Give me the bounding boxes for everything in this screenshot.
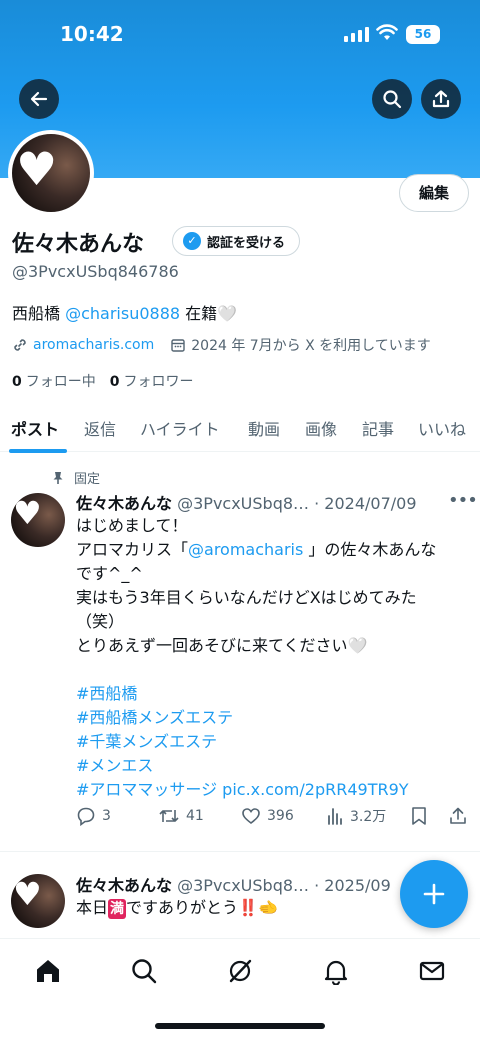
post-text-end: ですありがとう‼️🫲 xyxy=(126,898,278,917)
hashtag-link[interactable]: #西船橋メンズエステ xyxy=(76,706,468,730)
reply-icon xyxy=(77,807,95,826)
hashtag-link[interactable]: #アロママッサージ xyxy=(76,780,217,799)
post-avatar[interactable]: ♥ xyxy=(11,874,65,928)
pin-icon xyxy=(53,471,63,484)
hashtag-link[interactable]: #西船橋 xyxy=(76,682,468,706)
post-line: はじめまして！ xyxy=(76,516,188,535)
post-line: です^_^ xyxy=(76,564,143,583)
plus-icon xyxy=(423,883,445,905)
mail-icon xyxy=(419,961,445,981)
views-button[interactable]: 3.2万 xyxy=(326,806,386,826)
more-options-icon[interactable]: ••• xyxy=(448,490,478,511)
post-line: 実はもう3年目くらいなんだけどXはじめてみた xyxy=(76,588,417,607)
post-actions: 3 41 396 3.2万 xyxy=(76,806,468,828)
post-line: とりあえず一回あそびに来てください🤍 xyxy=(76,636,368,655)
home-icon xyxy=(37,960,59,982)
post-handle-date: @3PvcxUSbq8… · 2025/09 xyxy=(177,876,391,895)
heart-icon xyxy=(242,808,260,825)
reply-count: 3 xyxy=(102,808,111,824)
post-header: 佐々木あんな @3PvcxUSbq8… · 2024/07/09 xyxy=(76,490,417,514)
hashtag-link[interactable]: #メンエス xyxy=(76,754,468,778)
search-icon xyxy=(132,959,157,984)
post-handle-date: @3PvcxUSbq8… · 2024/07/09 xyxy=(177,494,417,513)
post-author[interactable]: 佐々木あんな xyxy=(76,876,172,895)
pinned-label: 固定 xyxy=(74,472,101,487)
repost-count: 41 xyxy=(186,808,204,824)
post-header: 佐々木あんな @3PvcxUSbq8… · 2025/09 xyxy=(76,872,391,896)
reply-button[interactable]: 3 xyxy=(76,806,111,826)
bookmark-icon[interactable] xyxy=(410,806,428,826)
heart-sticker-icon: ♥ xyxy=(13,494,42,532)
pinned-post[interactable]: 固定 ♥ 佐々木あんな @3PvcxUSbq8… · 2024/07/09 ••… xyxy=(0,0,480,850)
views-count: 3.2万 xyxy=(350,809,387,825)
heart-sticker-icon: ♥ xyxy=(13,875,42,913)
views-icon xyxy=(328,808,342,825)
pinned-indicator: 固定 xyxy=(52,468,100,487)
like-button[interactable]: 396 xyxy=(241,806,294,826)
grok-icon xyxy=(229,959,252,983)
share-icon[interactable] xyxy=(448,806,468,826)
compose-post-button[interactable] xyxy=(400,860,468,928)
bell-icon xyxy=(324,960,348,985)
nav-grok[interactable] xyxy=(224,955,256,987)
pic-link[interactable]: pic.x.com/2pRR49TR9Y xyxy=(217,780,408,799)
mention-link[interactable]: @aromacharis xyxy=(188,540,303,559)
post-line: （笑） xyxy=(76,612,125,631)
home-indicator xyxy=(155,1023,325,1029)
full-badge-icon: 満 xyxy=(108,899,127,919)
post-author[interactable]: 佐々木あんな xyxy=(76,494,172,513)
nav-notifications[interactable] xyxy=(320,955,352,987)
post-avatar[interactable]: ♥ xyxy=(11,493,65,547)
hashtag-link[interactable]: #千葉メンズエステ xyxy=(76,730,468,754)
post-line: アロマカリス「@aromacharis 」の佐々木あんな xyxy=(76,540,437,559)
nav-explore[interactable] xyxy=(128,955,160,987)
nav-messages[interactable] xyxy=(416,955,448,987)
like-count: 396 xyxy=(267,808,294,824)
repost-button[interactable]: 41 xyxy=(158,806,204,826)
post-text: はじめまして！ アロマカリス「@aromacharis 」の佐々木あんな です^… xyxy=(76,514,468,802)
post-text-start: 本日 xyxy=(76,898,109,917)
repost-icon xyxy=(159,810,179,822)
nav-home[interactable] xyxy=(32,955,64,987)
